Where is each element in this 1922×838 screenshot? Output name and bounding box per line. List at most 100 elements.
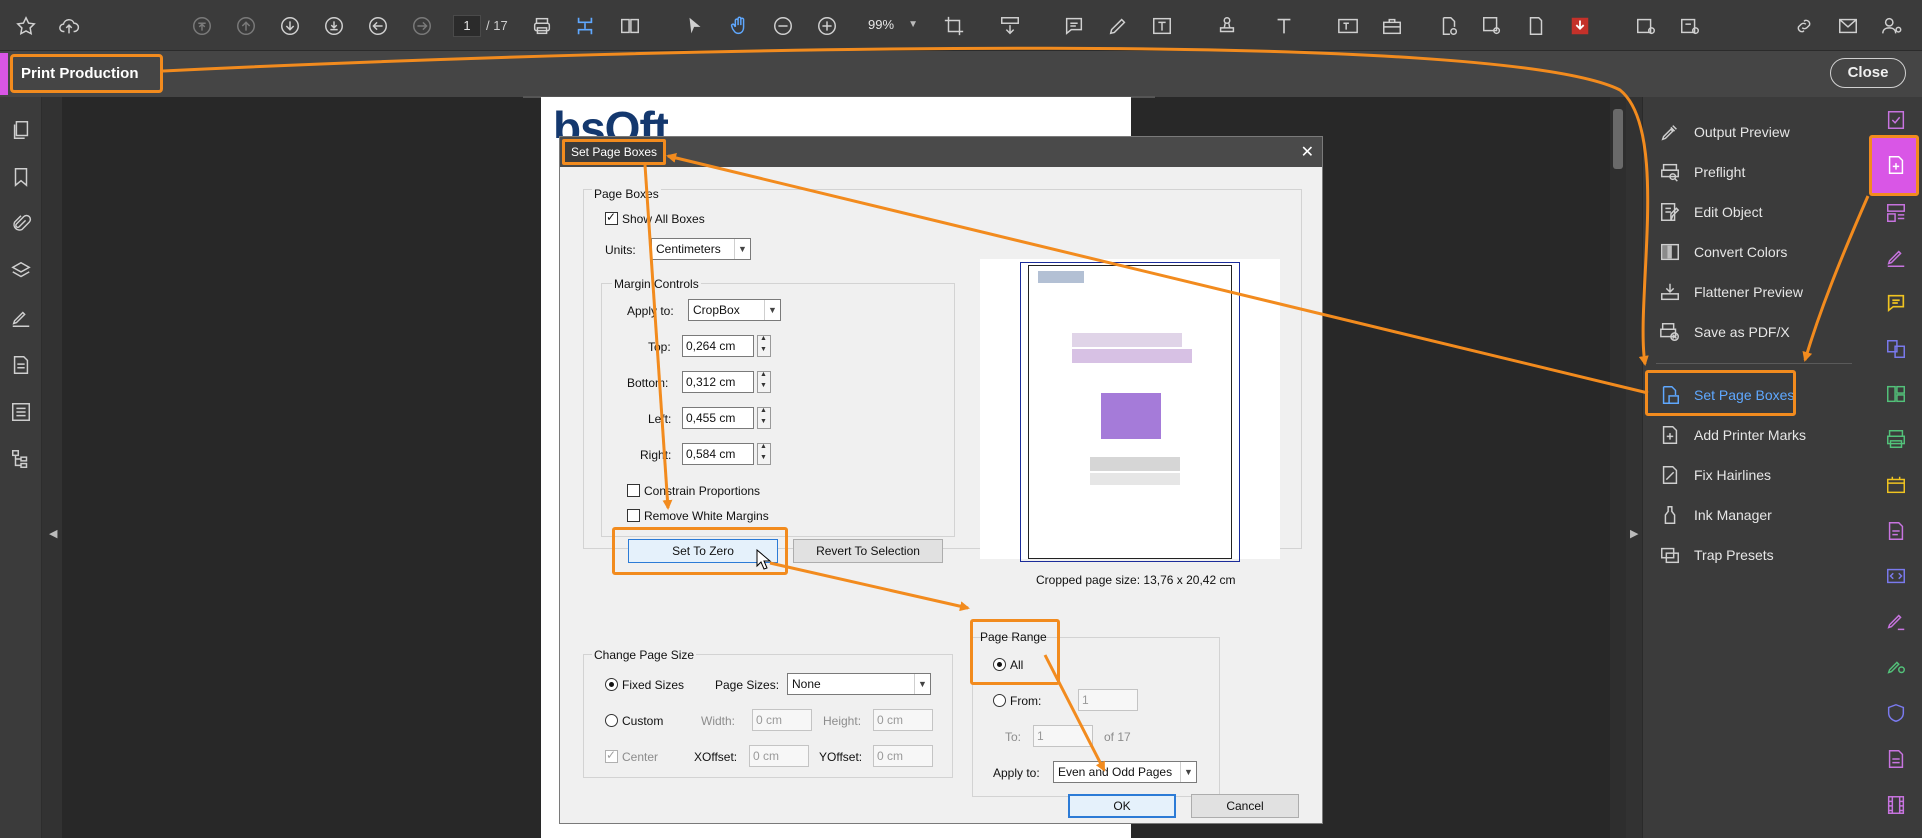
close-tool-button[interactable]: Close <box>1830 58 1906 88</box>
combine-files-icon[interactable] <box>1883 336 1909 362</box>
print-icon[interactable] <box>528 12 556 40</box>
revert-to-selection-button[interactable]: Revert To Selection <box>793 539 943 563</box>
units-select[interactable]: Centimeters ▼ <box>651 238 751 260</box>
scan-ocr-icon[interactable] <box>1883 426 1909 452</box>
panel-item-preflight[interactable]: Preflight <box>1658 157 1858 187</box>
select-cursor-icon[interactable] <box>681 12 709 40</box>
zoom-select[interactable]: 99% ▼ <box>860 15 922 37</box>
film-strip-icon[interactable] <box>1883 792 1909 818</box>
preferences-icon[interactable] <box>1478 12 1506 40</box>
top-margin-stepper[interactable] <box>757 335 771 357</box>
page-sizes-select[interactable]: None ▼ <box>787 673 931 695</box>
print-settings-icon[interactable] <box>1632 12 1660 40</box>
compare-files-icon[interactable] <box>1883 563 1909 589</box>
next-page-icon[interactable] <box>276 12 304 40</box>
link-settings-icon[interactable] <box>1790 12 1818 40</box>
right-margin-stepper[interactable] <box>757 443 771 465</box>
export-pdf-tool-icon[interactable] <box>1883 518 1909 544</box>
user-settings-icon[interactable] <box>1878 12 1906 40</box>
panel-item-flattener-preview[interactable]: Flattener Preview <box>1658 277 1858 307</box>
panel-item-convert-colors[interactable]: Convert Colors <box>1658 237 1858 267</box>
from-range-radio[interactable] <box>993 694 1006 707</box>
width-input[interactable]: 0 cm <box>752 709 812 731</box>
from-page-input[interactable]: 1 <box>1078 689 1138 711</box>
yoffset-input[interactable]: 0 cm <box>873 745 933 767</box>
comment-icon[interactable] <box>1060 12 1088 40</box>
left-margin-stepper[interactable] <box>757 407 771 429</box>
top-margin-input[interactable]: 0,264 cm <box>682 335 754 357</box>
text-box-icon[interactable] <box>1148 12 1176 40</box>
zoom-in-icon[interactable] <box>813 12 841 40</box>
export-pdf-icon[interactable] <box>1566 12 1594 40</box>
bookmark-icon[interactable] <box>8 164 34 190</box>
comment-tool-icon[interactable] <box>1883 290 1909 316</box>
toolbox-icon[interactable] <box>1378 12 1406 40</box>
apply-to-pages-select[interactable]: Even and Odd Pages ▼ <box>1053 761 1197 783</box>
organize-pages-icon[interactable] <box>1883 381 1909 407</box>
constrain-proportions-checkbox[interactable] <box>627 484 640 497</box>
center-checkbox[interactable] <box>605 748 618 763</box>
upload-cloud-icon[interactable] <box>55 12 83 40</box>
scroll-mode-icon[interactable] <box>996 12 1024 40</box>
star-icon[interactable] <box>12 12 40 40</box>
tags-tree-icon[interactable] <box>8 446 34 472</box>
scrollbar-thumb[interactable] <box>1613 109 1623 169</box>
close-icon[interactable]: ✕ <box>1301 142 1314 162</box>
panel-item-edit-object[interactable]: Edit Object <box>1658 197 1858 227</box>
panel-item-add-printer-marks[interactable]: Add Printer Marks <box>1658 420 1858 450</box>
file-settings-icon[interactable] <box>1435 12 1463 40</box>
form-layout-icon[interactable] <box>1883 200 1909 226</box>
left-margin-input[interactable]: 0,455 cm <box>682 407 754 429</box>
fit-page-icon[interactable] <box>571 12 599 40</box>
rich-media-icon[interactable] <box>1883 746 1909 772</box>
dialog-titlebar[interactable]: Set Page Boxes ✕ <box>560 137 1322 167</box>
forward-view-icon[interactable] <box>408 12 436 40</box>
back-view-icon[interactable] <box>364 12 392 40</box>
custom-size-radio[interactable] <box>605 714 618 727</box>
certificates-icon[interactable] <box>1883 654 1909 680</box>
add-text-icon[interactable] <box>1270 12 1298 40</box>
page-thumbnails-icon[interactable] <box>8 117 34 143</box>
collapse-left-panel-icon[interactable]: ◀ <box>49 527 57 540</box>
fixed-sizes-radio[interactable] <box>605 678 618 691</box>
attachment-icon[interactable] <box>8 211 34 237</box>
stamp-tool-icon[interactable] <box>1883 472 1909 498</box>
panel-item-output-preview[interactable]: Output Preview <box>1658 117 1858 147</box>
panel-item-fix-hairlines[interactable]: Fix Hairlines <box>1658 460 1858 490</box>
panel-item-ink-manager[interactable]: Ink Manager <box>1658 500 1858 530</box>
xoffset-input[interactable]: 0 cm <box>749 745 809 767</box>
fill-sign-icon[interactable] <box>1883 245 1909 271</box>
collapse-right-panel-icon[interactable]: ▶ <box>1630 527 1638 540</box>
highlight-pen-icon[interactable] <box>1104 12 1132 40</box>
output-settings-icon[interactable] <box>1676 12 1704 40</box>
cancel-button[interactable]: Cancel <box>1191 794 1299 818</box>
hand-tool-icon[interactable] <box>725 12 753 40</box>
page-tool-icon[interactable] <box>1522 12 1550 40</box>
first-page-icon[interactable] <box>188 12 216 40</box>
panel-item-trap-presets[interactable]: Trap Presets <box>1658 540 1858 570</box>
stamp-icon[interactable] <box>1213 12 1241 40</box>
checklist-icon[interactable] <box>1883 107 1909 133</box>
document-properties-icon[interactable] <box>8 352 34 378</box>
height-input[interactable]: 0 cm <box>873 709 933 731</box>
all-pages-radio[interactable] <box>993 658 1006 671</box>
request-signatures-icon[interactable] <box>1883 609 1909 635</box>
right-margin-input[interactable]: 0,584 cm <box>682 443 754 465</box>
protect-shield-icon[interactable] <box>1883 700 1909 726</box>
remove-white-margins-checkbox[interactable] <box>627 509 640 522</box>
vertical-scrollbar[interactable] <box>1610 97 1626 838</box>
signature-pen-icon[interactable] <box>8 305 34 331</box>
previous-page-icon[interactable] <box>232 12 260 40</box>
show-all-boxes-checkbox[interactable] <box>605 210 618 225</box>
zoom-out-icon[interactable] <box>769 12 797 40</box>
email-icon[interactable] <box>1834 12 1862 40</box>
panel-item-save-as-pdfx[interactable]: Save as PDF/X <box>1658 317 1858 347</box>
content-order-icon[interactable] <box>8 399 34 425</box>
crop-tool-icon[interactable] <box>940 12 968 40</box>
bottom-margin-stepper[interactable] <box>757 371 771 393</box>
ok-button[interactable]: OK <box>1068 794 1176 818</box>
page-number-input[interactable]: 1 <box>453 15 481 37</box>
bottom-margin-input[interactable]: 0,312 cm <box>682 371 754 393</box>
last-page-icon[interactable] <box>320 12 348 40</box>
to-page-input[interactable]: 1 <box>1033 725 1093 747</box>
